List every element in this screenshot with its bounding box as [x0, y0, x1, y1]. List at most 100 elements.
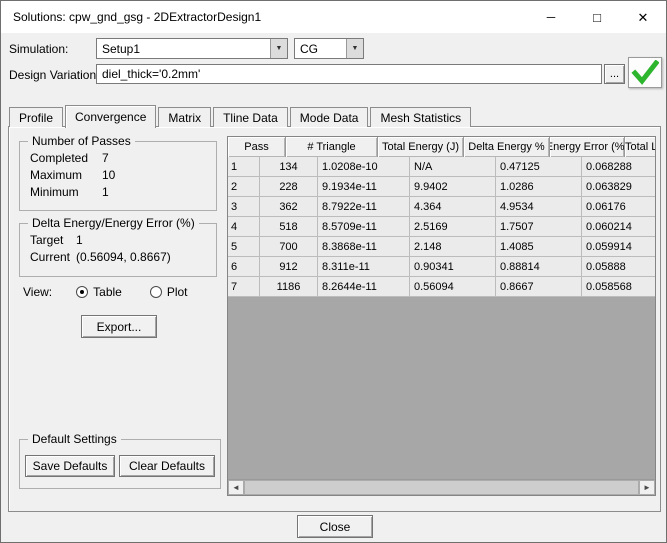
stat-value: 10	[102, 168, 116, 182]
stat-label: Target	[30, 233, 64, 247]
simulation-label: Simulation:	[9, 42, 69, 56]
close-icon: ✕	[637, 9, 649, 25]
table-row[interactable]: 4 518 8.5709e-11 2.5169 1.7507 0.060214	[228, 217, 655, 237]
cell-energy-error: 1.7507	[496, 217, 582, 237]
cell-total-energy: 8.7922e-11	[318, 197, 410, 217]
table-row[interactable]: 6 912 8.311e-11 0.90341 0.88814 0.05888	[228, 257, 655, 277]
horizontal-scrollbar[interactable]: ◄ ►	[228, 479, 655, 495]
clear-defaults-button[interactable]: Clear Defaults	[119, 455, 215, 477]
stat-label: Minimum	[30, 185, 79, 199]
cell-delta-energy: 0.56094	[410, 277, 496, 297]
cell-total-loss: 0.060214	[582, 217, 655, 237]
table-row[interactable]: 1 134 1.0208e-10 N/A 0.47125 0.068288	[228, 157, 655, 177]
view-selector: View: Table Plot	[23, 285, 188, 299]
solution-type-value: CG	[300, 41, 318, 56]
cell-triangles: 518	[260, 217, 318, 237]
design-variation-field[interactable]: diel_thick='0.2mm'	[96, 64, 602, 84]
tab-matrix[interactable]: Matrix	[158, 107, 212, 127]
table-row[interactable]: 2 228 9.1934e-11 9.9402 1.0286 0.063829	[228, 177, 655, 197]
scroll-left-button[interactable]: ◄	[228, 480, 244, 495]
tab-mesh-statistics[interactable]: Mesh Statistics	[370, 107, 472, 127]
tab-tline-data[interactable]: Tline Data	[213, 107, 288, 127]
table-header: Pass # Triangle Total Energy (J) Delta E…	[228, 137, 655, 157]
export-button[interactable]: Export...	[81, 315, 157, 338]
group-title: Default Settings	[28, 432, 121, 446]
stat-row: Minimum 1	[30, 185, 216, 199]
cell-total-energy: 8.311e-11	[318, 257, 410, 277]
cell-delta-energy: N/A	[410, 157, 496, 177]
ellipsis-icon: ...	[609, 68, 620, 80]
scroll-thumb[interactable]	[244, 480, 639, 495]
titlebar[interactable]: Solutions: cpw_gnd_gsg - 2DExtractorDesi…	[1, 1, 666, 33]
minimize-icon: ─	[546, 10, 556, 24]
stat-value: 1	[102, 185, 109, 199]
delta-stats: Target 1 Current (0.56094, 0.8667)	[20, 224, 216, 264]
cell-total-energy: 9.1934e-11	[318, 177, 410, 197]
cell-energy-error: 4.9534	[496, 197, 582, 217]
cell-total-loss: 0.063829	[582, 177, 655, 197]
table-row[interactable]: 7 1186 8.2644e-11 0.56094 0.8667 0.05856…	[228, 277, 655, 297]
solution-type-dropdown[interactable]: CG ▼	[294, 38, 364, 59]
cell-total-energy: 8.3868e-11	[318, 237, 410, 257]
column-header[interactable]: Total Energy (J)	[378, 137, 464, 157]
radio-unselected-icon	[149, 286, 162, 298]
column-header[interactable]: Total Loss (W)	[625, 137, 655, 157]
cell-total-loss: 0.059914	[582, 237, 655, 257]
cell-triangles: 228	[260, 177, 318, 197]
view-plot-radio[interactable]: Plot	[149, 285, 188, 299]
cell-pass: 6	[228, 257, 260, 277]
stat-value: 1	[76, 233, 83, 247]
cell-delta-energy: 2.5169	[410, 217, 496, 237]
cell-delta-energy: 9.9402	[410, 177, 496, 197]
cell-energy-error: 0.8667	[496, 277, 582, 297]
cell-triangles: 912	[260, 257, 318, 277]
tab-profile[interactable]: Profile	[9, 107, 64, 127]
browse-button[interactable]: ...	[604, 64, 625, 84]
checkmark-icon	[631, 60, 659, 85]
column-header[interactable]: # Triangle	[286, 137, 378, 157]
chevron-down-icon: ▼	[346, 39, 363, 58]
cell-total-loss: 0.058568	[582, 277, 655, 297]
cell-delta-energy: 2.148	[410, 237, 496, 257]
stat-row: Target 1	[30, 233, 216, 247]
cell-total-loss: 0.068288	[582, 157, 655, 177]
cell-triangles: 362	[260, 197, 318, 217]
cell-total-loss: 0.06176	[582, 197, 655, 217]
minimize-button[interactable]: ─	[528, 1, 574, 33]
radio-label: Plot	[166, 285, 188, 299]
cell-pass: 3	[228, 197, 260, 217]
cell-energy-error: 1.4085	[496, 237, 582, 257]
chevron-down-icon: ▼	[270, 39, 287, 58]
group-title: Delta Energy/Energy Error (%)	[28, 216, 199, 230]
cell-pass: 7	[228, 277, 260, 297]
scroll-right-button[interactable]: ►	[639, 480, 655, 495]
tab-convergence[interactable]: Convergence	[65, 105, 157, 128]
stat-row: Completed 7	[30, 151, 216, 165]
table-row[interactable]: 5 700 8.3868e-11 2.148 1.4085 0.059914	[228, 237, 655, 257]
window-controls: ─ □ ✕	[528, 1, 666, 33]
table-row[interactable]: 3 362 8.7922e-11 4.364 4.9534 0.06176	[228, 197, 655, 217]
passes-stats: Completed 7 Maximum 10 Minimum 1	[20, 142, 216, 199]
group-title: Number of Passes	[28, 134, 135, 148]
radio-selected-icon	[76, 286, 89, 298]
design-variation-label: Design Variation:	[9, 68, 100, 82]
stat-label: Maximum	[30, 168, 83, 182]
validation-status	[628, 57, 662, 88]
maximize-button[interactable]: □	[574, 1, 620, 33]
setup-dropdown[interactable]: Setup1 ▼	[96, 38, 288, 59]
column-header[interactable]: Pass	[228, 137, 286, 157]
tab-mode-data[interactable]: Mode Data	[289, 107, 369, 127]
view-table-radio[interactable]: Table	[76, 285, 122, 299]
close-window-button[interactable]: ✕	[620, 1, 666, 33]
cell-energy-error: 0.88814	[496, 257, 582, 277]
default-settings-group: Default Settings Save Defaults Clear Def…	[19, 432, 221, 489]
cell-total-loss: 0.05888	[582, 257, 655, 277]
cell-delta-energy: 0.90341	[410, 257, 496, 277]
save-defaults-button[interactable]: Save Defaults	[25, 455, 115, 477]
close-button[interactable]: Close	[297, 515, 373, 538]
scroll-left-icon: ◄	[232, 483, 240, 492]
cell-pass: 4	[228, 217, 260, 237]
column-header[interactable]: Energy Error (%)	[550, 137, 625, 157]
cell-total-energy: 8.5709e-11	[318, 217, 410, 237]
column-header[interactable]: Delta Energy %	[464, 137, 550, 157]
